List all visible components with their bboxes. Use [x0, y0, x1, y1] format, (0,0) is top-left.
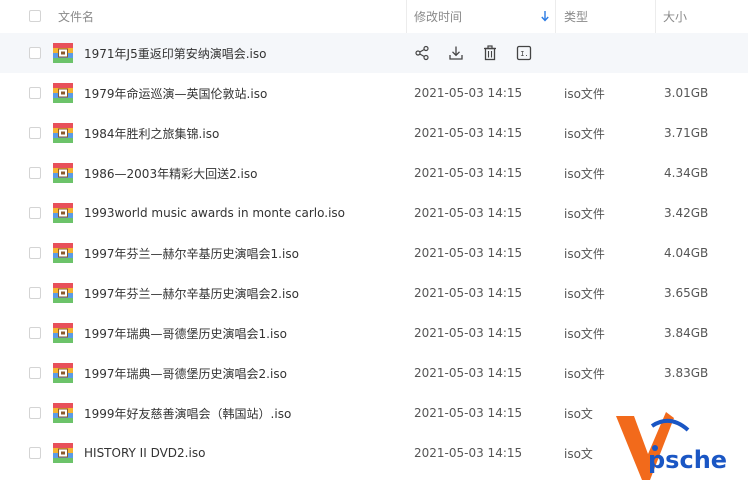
file-modified-time: 2021-05-03 14:15	[414, 366, 523, 380]
column-divider[interactable]	[406, 0, 407, 33]
archive-file-icon	[53, 43, 73, 63]
archive-file-icon	[53, 163, 73, 183]
row-checkbox[interactable]	[29, 407, 41, 419]
row-checkbox[interactable]	[29, 207, 41, 219]
table-row[interactable]: 1997年芬兰—赫尔辛基历史演唱会2.iso 2021-05-03 14:15 …	[0, 273, 748, 313]
svg-text:I.: I.	[520, 50, 528, 58]
file-name[interactable]: 1997年瑞典—哥德堡历史演唱会2.iso	[84, 353, 287, 393]
file-type: iso文	[564, 406, 593, 421]
table-row[interactable]: 1984年胜利之旅集锦.iso 2021-05-03 14:15 iso文件 3…	[0, 113, 748, 153]
rename-icon[interactable]: I.	[516, 45, 532, 61]
list-header: 文件名 修改时间 类型 大小	[0, 0, 748, 34]
table-row[interactable]: 1997年瑞典—哥德堡历史演唱会1.iso 2021-05-03 14:15 i…	[0, 313, 748, 353]
file-type: iso文件	[564, 326, 605, 341]
watermark-text: psche	[648, 446, 728, 474]
file-modified-time: 2021-05-03 14:15	[414, 246, 523, 260]
file-type: iso文件	[564, 166, 605, 181]
table-row[interactable]: 1993world music awards in monte carlo.is…	[0, 193, 748, 233]
archive-file-icon	[53, 403, 73, 423]
file-type: iso文件	[564, 366, 605, 381]
row-checkbox[interactable]	[29, 367, 41, 379]
file-modified-time: 2021-05-03 14:15	[414, 206, 523, 220]
file-size: 3.84GB	[664, 326, 709, 340]
share-icon[interactable]	[414, 45, 430, 61]
file-type: iso文件	[564, 246, 605, 261]
file-type: iso文件	[564, 126, 605, 141]
column-divider[interactable]	[655, 0, 656, 33]
archive-file-icon	[53, 243, 73, 263]
file-modified-time: 2021-05-03 14:15	[414, 286, 523, 300]
delete-icon[interactable]	[482, 45, 498, 61]
file-name[interactable]: 1993world music awards in monte carlo.is…	[84, 193, 345, 233]
row-checkbox[interactable]	[29, 447, 41, 459]
archive-file-icon	[53, 323, 73, 343]
file-modified-time: 2021-05-03 14:15	[414, 166, 523, 180]
file-name[interactable]: HISTORY II DVD2.iso	[84, 433, 205, 473]
table-row[interactable]: 1997年芬兰—赫尔辛基历史演唱会1.iso 2021-05-03 14:15 …	[0, 233, 748, 273]
select-all-checkbox[interactable]	[29, 10, 41, 22]
file-list: 文件名 修改时间 类型 大小 1971年J5重返印第安纳演唱会.iso I. 1…	[0, 0, 748, 484]
file-type: iso文件	[564, 86, 605, 101]
archive-file-icon	[53, 443, 73, 463]
file-size: 3.83GB	[664, 366, 709, 380]
file-name[interactable]: 1971年J5重返印第安纳演唱会.iso	[84, 33, 266, 73]
file-name[interactable]: 1997年瑞典—哥德堡历史演唱会1.iso	[84, 313, 287, 353]
file-name[interactable]: 1979年命运巡演—英国伦敦站.iso	[84, 73, 267, 113]
file-type: iso文件	[564, 286, 605, 301]
file-modified-time: 2021-05-03 14:15	[414, 126, 523, 140]
file-modified-time: 2021-05-03 14:15	[414, 406, 523, 420]
column-header-type[interactable]: 类型	[564, 0, 588, 33]
file-name[interactable]: 1997年芬兰—赫尔辛基历史演唱会1.iso	[84, 233, 299, 273]
file-size: 3.71GB	[664, 126, 709, 140]
column-divider[interactable]	[555, 0, 556, 33]
archive-file-icon	[53, 83, 73, 103]
file-modified-time: 2021-05-03 14:15	[414, 326, 523, 340]
column-header-name[interactable]: 文件名	[58, 0, 94, 33]
row-checkbox[interactable]	[29, 247, 41, 259]
row-checkbox[interactable]	[29, 167, 41, 179]
download-icon[interactable]	[448, 45, 464, 61]
row-checkbox[interactable]	[29, 47, 41, 59]
file-size: 4.34GB	[664, 166, 709, 180]
file-size: 4.04GB	[664, 246, 709, 260]
file-size: 3.42GB	[664, 206, 709, 220]
file-size: 3.65GB	[664, 286, 709, 300]
file-modified-time: 2021-05-03 14:15	[414, 446, 523, 460]
column-header-size[interactable]: 大小	[663, 0, 687, 33]
row-checkbox[interactable]	[29, 87, 41, 99]
file-type: iso文	[564, 446, 593, 461]
file-size: 3.01GB	[664, 86, 709, 100]
file-name[interactable]: 1997年芬兰—赫尔辛基历史演唱会2.iso	[84, 273, 299, 313]
file-name[interactable]: 1984年胜利之旅集锦.iso	[84, 113, 219, 153]
archive-file-icon	[53, 123, 73, 143]
file-type: iso文件	[564, 206, 605, 221]
file-name[interactable]: 1986—2003年精彩大回送2.iso	[84, 153, 257, 193]
row-checkbox[interactable]	[29, 327, 41, 339]
archive-file-icon	[53, 283, 73, 303]
column-header-modified[interactable]: 修改时间	[414, 0, 462, 33]
row-checkbox[interactable]	[29, 287, 41, 299]
sort-descending-icon[interactable]	[540, 9, 550, 23]
file-modified-time: 2021-05-03 14:15	[414, 86, 523, 100]
table-row[interactable]: 1979年命运巡演—英国伦敦站.iso 2021-05-03 14:15 iso…	[0, 73, 748, 113]
archive-file-icon	[53, 203, 73, 223]
table-row[interactable]: 1986—2003年精彩大回送2.iso 2021-05-03 14:15 is…	[0, 153, 748, 193]
table-row[interactable]: 1997年瑞典—哥德堡历史演唱会2.iso 2021-05-03 14:15 i…	[0, 353, 748, 393]
row-checkbox[interactable]	[29, 127, 41, 139]
archive-file-icon	[53, 363, 73, 383]
table-row[interactable]: 1971年J5重返印第安纳演唱会.iso I.	[0, 33, 748, 73]
file-name[interactable]: 1999年好友慈善演唱会（韩国站）.iso	[84, 393, 291, 433]
